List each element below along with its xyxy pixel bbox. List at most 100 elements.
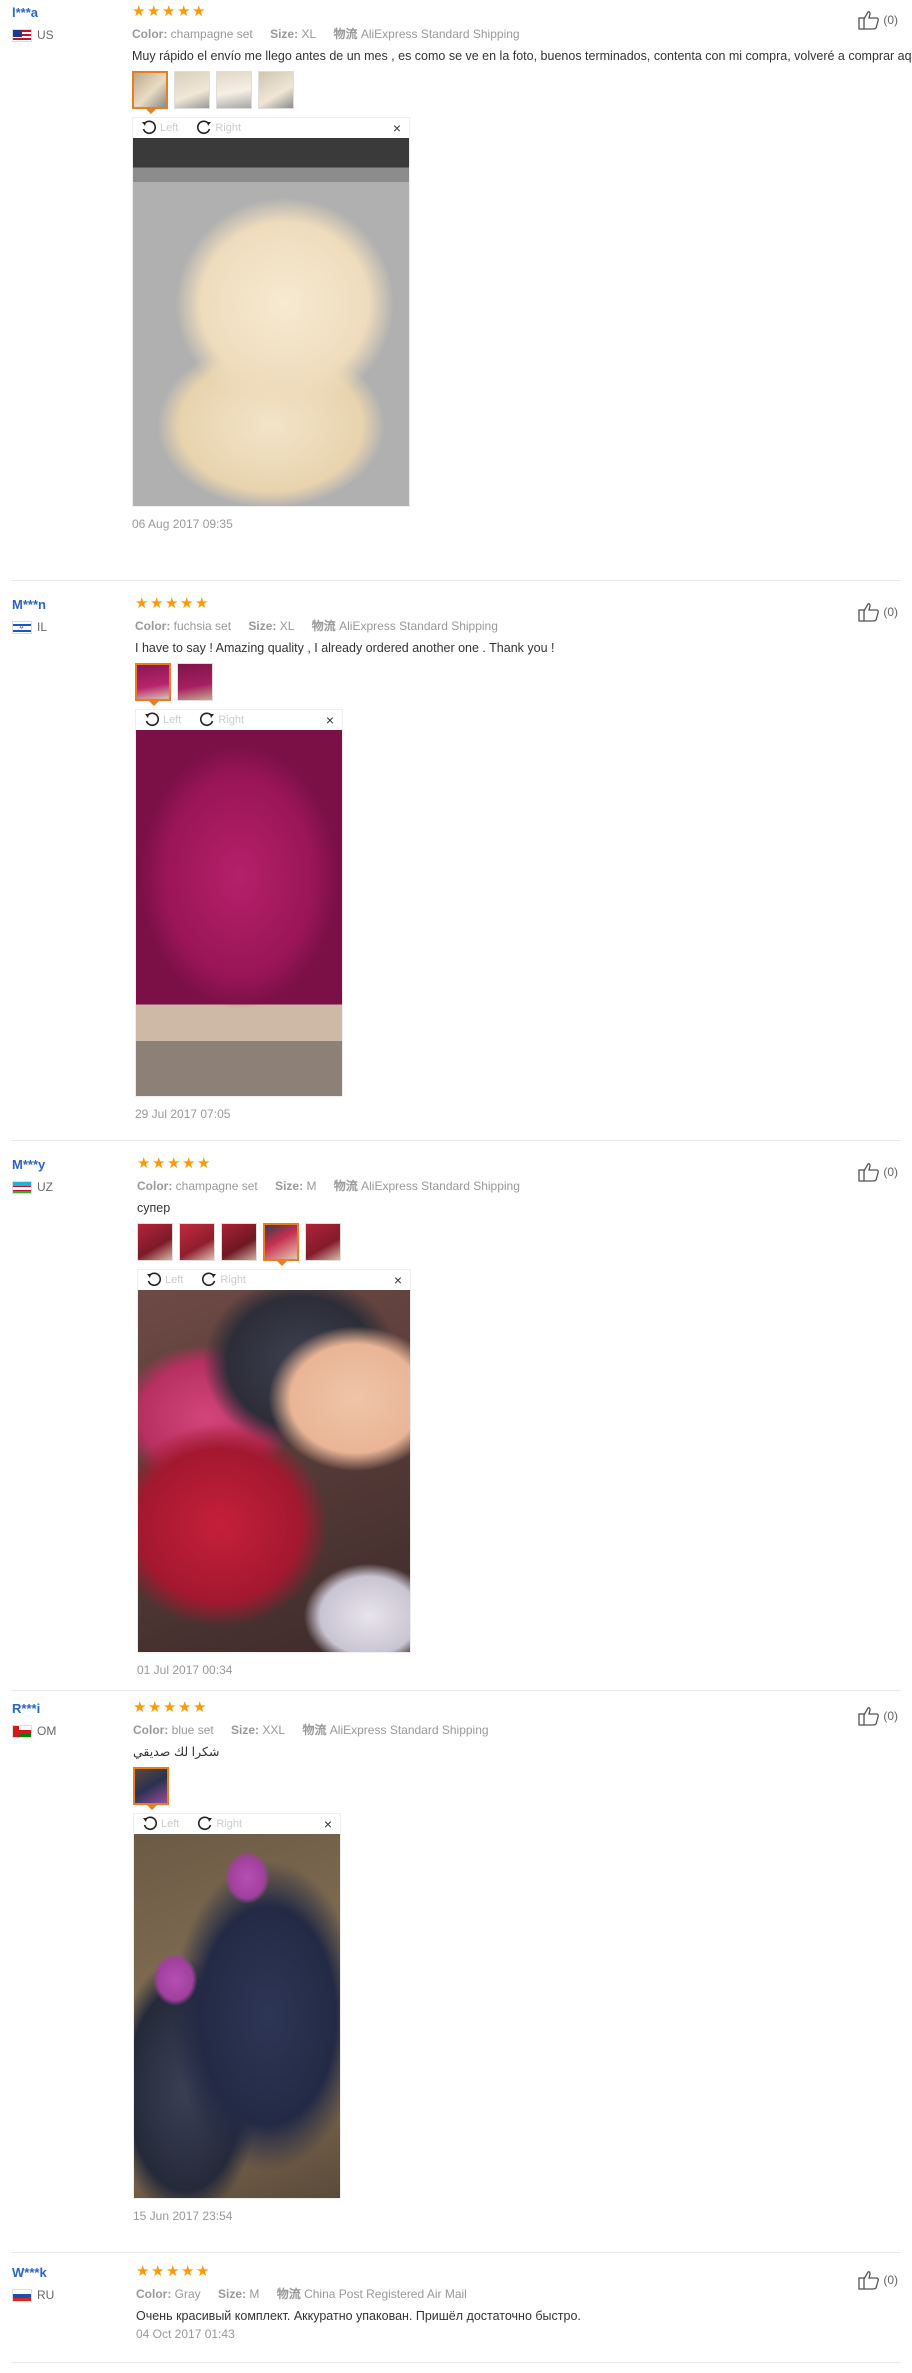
- star-rating: ★ ★ ★ ★ ★: [132, 4, 912, 19]
- photo-viewer: Left Right ×: [132, 117, 410, 507]
- viewer-toolbar: Left Right ×: [138, 1270, 410, 1290]
- reviewer-info: R***i OM: [12, 1700, 122, 1738]
- photo-thumbnail[interactable]: [258, 71, 294, 109]
- star-icon: ★: [132, 3, 146, 20]
- rotate-left-icon: [147, 1272, 162, 1287]
- reviewer-name[interactable]: R***i: [12, 1700, 122, 1718]
- review-photo: [138, 1290, 410, 1652]
- size-label: Size:: [248, 619, 277, 633]
- close-icon[interactable]: ×: [393, 120, 401, 136]
- helpful-button[interactable]: (0): [858, 10, 898, 30]
- order-attributes: Color: champagne set Size: XL 物流 AliExpr…: [132, 26, 912, 42]
- close-icon[interactable]: ×: [394, 1272, 402, 1288]
- photo-thumbnail[interactable]: [174, 71, 210, 109]
- rotate-right-button[interactable]: Right: [197, 1816, 242, 1832]
- color-label: Color:: [132, 27, 168, 41]
- rotate-left-icon: [142, 120, 157, 135]
- rotate-right-button[interactable]: Right: [199, 712, 244, 728]
- thumbs-up-icon: [858, 2271, 880, 2290]
- review-date: 01 Jul 2017 00:34: [137, 1663, 233, 1677]
- photo-thumbnail[interactable]: [133, 1767, 169, 1810]
- photo-thumbnail[interactable]: [216, 71, 252, 109]
- star-rating: ★ ★ ★ ★ ★: [135, 596, 912, 611]
- photo-thumbnail[interactable]: [137, 1223, 173, 1261]
- size-value: XL: [279, 619, 295, 633]
- color-label: Color:: [136, 2287, 172, 2301]
- review-text: I have to say ! Amazing quality , I alre…: [135, 641, 555, 655]
- close-icon[interactable]: ×: [324, 1816, 332, 1832]
- reviewer-name[interactable]: M***n: [12, 596, 122, 614]
- reviewer-info: M***n ✡ IL: [12, 596, 122, 634]
- viewer-toolbar: Left Right ×: [133, 118, 409, 138]
- star-icon: ★: [193, 1699, 207, 1716]
- photo-thumbnail[interactable]: [132, 71, 168, 114]
- rotate-right-icon: [197, 120, 212, 135]
- color-value: Gray: [174, 2287, 201, 2301]
- photo-thumbnail[interactable]: [263, 1223, 299, 1266]
- photo-thumbnail[interactable]: [135, 663, 171, 706]
- shipping-value: AliExpress Standard Shipping: [360, 27, 520, 41]
- shipping-value: AliExpress Standard Shipping: [329, 1723, 489, 1737]
- divider: [12, 580, 900, 581]
- country-code: UZ: [37, 1180, 53, 1194]
- helpful-button[interactable]: (0): [858, 1706, 898, 1726]
- country-code: OM: [37, 1724, 57, 1738]
- rotate-left-button[interactable]: Left: [142, 1816, 179, 1832]
- photo-thumbnail[interactable]: [305, 1223, 341, 1261]
- star-icon: ★: [167, 1155, 181, 1172]
- photo-thumbnails: [133, 1767, 912, 1810]
- rotate-right-button[interactable]: Right: [196, 120, 241, 136]
- order-attributes: Color: blue set Size: XXL 物流 AliExpress …: [133, 1722, 912, 1738]
- rotate-left-button[interactable]: Left: [141, 120, 178, 136]
- review-photo: [136, 730, 342, 1096]
- reviewer-name[interactable]: l***a: [12, 4, 122, 22]
- shipping-label: 物流: [311, 619, 336, 633]
- helpful-count: (0): [883, 1709, 898, 1723]
- star-icon: ★: [180, 595, 194, 612]
- star-icon: ★: [147, 3, 161, 20]
- star-icon: ★: [197, 1155, 211, 1172]
- review-date: 04 Oct 2017 01:43: [136, 2327, 235, 2341]
- star-icon: ★: [177, 3, 191, 20]
- size-label: Size:: [270, 27, 299, 41]
- flag-uz-icon: [12, 1180, 32, 1194]
- rotate-right-label: Right: [218, 714, 245, 726]
- photo-thumbnail[interactable]: [177, 663, 213, 701]
- star-rating: ★ ★ ★ ★ ★: [137, 1156, 912, 1171]
- photo-thumbnail[interactable]: [221, 1223, 257, 1261]
- color-label: Color:: [135, 619, 171, 633]
- thumbs-up-icon: [858, 1163, 880, 1182]
- flag-il-icon: ✡: [12, 620, 32, 634]
- flag-us-icon: [12, 28, 32, 42]
- photo-thumbnail[interactable]: [179, 1223, 215, 1261]
- color-label: Color:: [133, 1723, 169, 1737]
- shipping-value: AliExpress Standard Shipping: [339, 619, 498, 633]
- star-icon: ★: [195, 595, 209, 612]
- photo-thumbnails: [137, 1223, 912, 1266]
- color-value: blue set: [171, 1723, 214, 1737]
- color-label: Color:: [137, 1179, 173, 1193]
- rotate-left-button[interactable]: Left: [146, 1272, 183, 1288]
- star-icon: ★: [162, 3, 176, 20]
- star-icon: ★: [137, 1155, 151, 1172]
- star-icon: ★: [196, 2263, 210, 2280]
- thumbs-up-icon: [858, 11, 880, 30]
- size-value: XXL: [262, 1723, 286, 1737]
- rotate-right-label: Right: [220, 1274, 247, 1286]
- helpful-button[interactable]: (0): [858, 1162, 898, 1182]
- size-label: Size:: [275, 1179, 304, 1193]
- color-value: champagne set: [170, 27, 253, 41]
- shipping-label: 物流: [276, 2287, 301, 2301]
- helpful-button[interactable]: (0): [858, 602, 898, 622]
- flag-ru-icon: [12, 2288, 32, 2302]
- star-icon: ★: [182, 1155, 196, 1172]
- shipping-value: AliExpress Standard Shipping: [361, 1179, 520, 1193]
- star-icon: ★: [152, 1155, 166, 1172]
- helpful-count: (0): [883, 2273, 898, 2287]
- close-icon[interactable]: ×: [326, 712, 334, 728]
- reviewer-name[interactable]: W***k: [12, 2264, 122, 2282]
- rotate-right-button[interactable]: Right: [201, 1272, 246, 1288]
- rotate-left-button[interactable]: Left: [144, 712, 181, 728]
- helpful-button[interactable]: (0): [858, 2270, 898, 2290]
- reviewer-name[interactable]: M***y: [12, 1156, 122, 1174]
